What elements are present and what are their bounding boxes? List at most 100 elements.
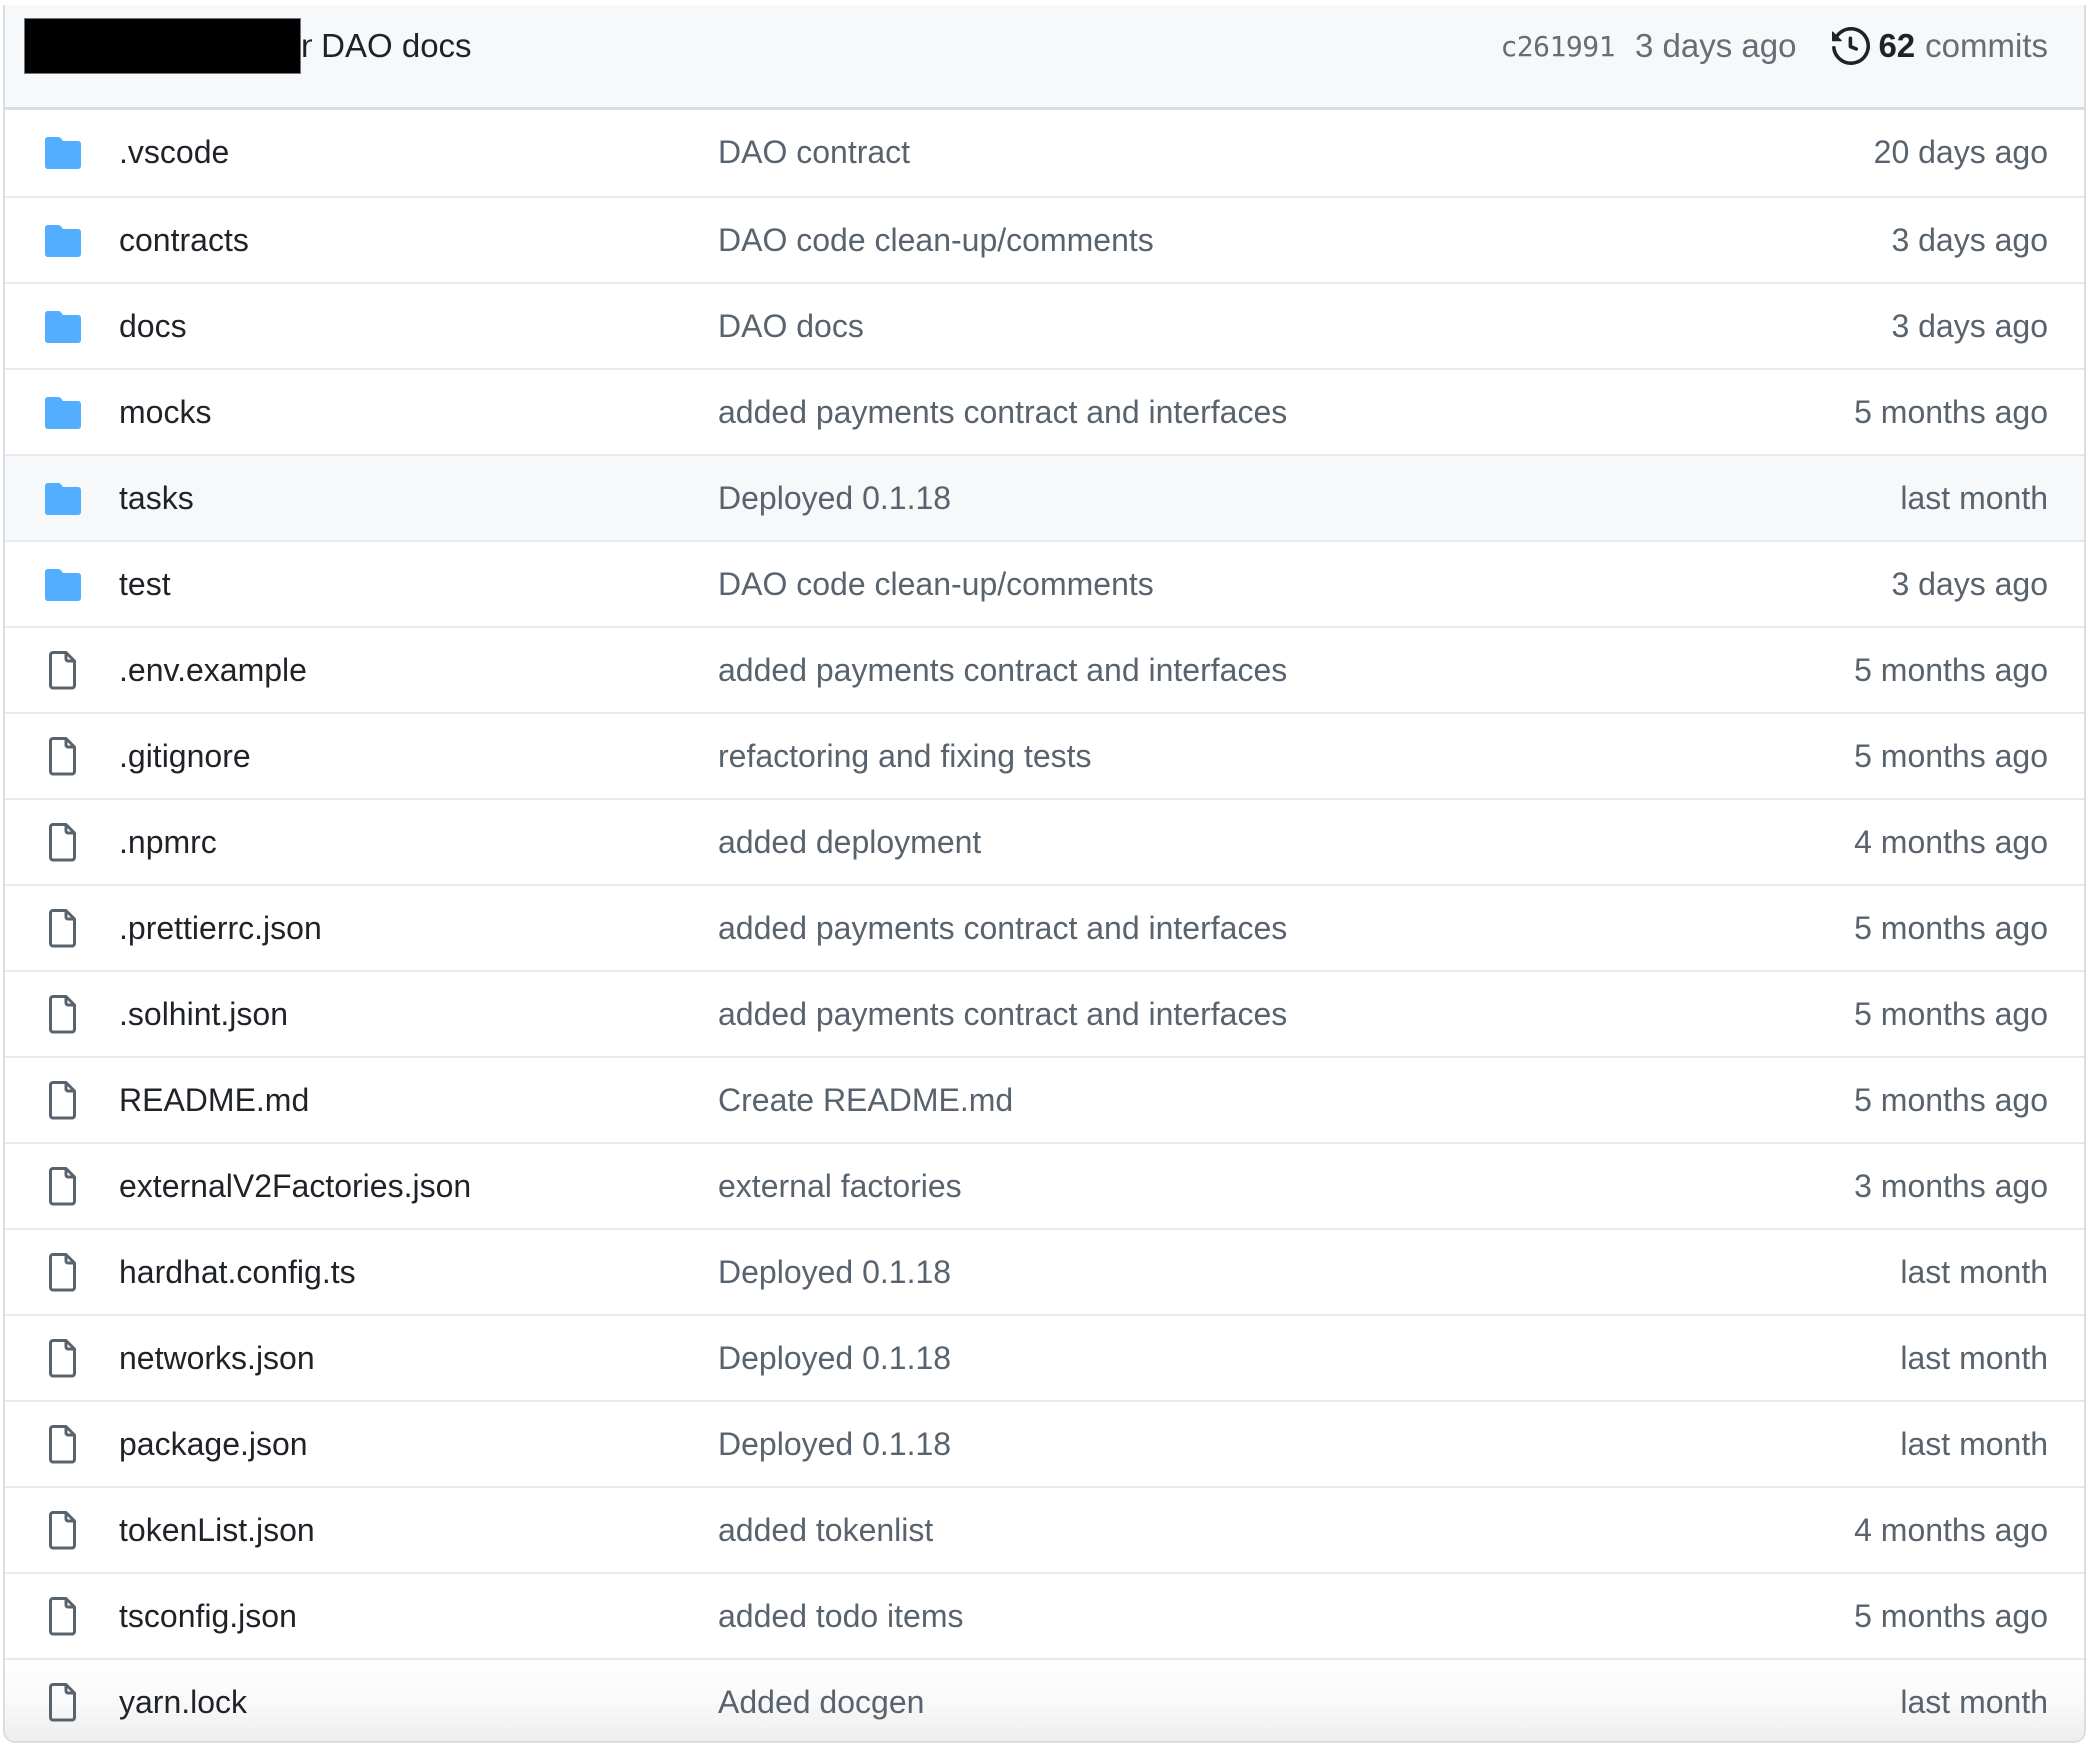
file-row-vscode[interactable]: .vscode DAO contract 20 days ago [5, 110, 2084, 196]
commit-message-link[interactable]: added payments contract and interfaces [718, 647, 1287, 693]
commit-message-fragment: n [301, 23, 312, 69]
file-row-yarn-lock[interactable]: yarn.lock Added docgen last month [5, 1658, 2084, 1741]
file-row-tokenlist-json[interactable]: tokenList.json added tokenlist 4 months … [5, 1486, 2084, 1572]
file-name-link[interactable]: tokenList.json [119, 1507, 315, 1553]
file-name-link[interactable]: docs [119, 303, 187, 349]
commit-count-label: commits [1925, 27, 2048, 64]
commit-time: 5 months ago [1854, 1082, 2048, 1118]
file-row-package-json[interactable]: package.json Deployed 0.1.18 last month [5, 1400, 2084, 1486]
file-name-link[interactable]: contracts [119, 217, 249, 263]
file-name-link[interactable]: .gitignore [119, 733, 251, 779]
file-name-link[interactable]: README.md [119, 1077, 309, 1123]
latest-commit-header: n DAO docs c261991 3 days ago 62 commits [5, 5, 2084, 110]
commit-message-link[interactable]: refactoring and fixing tests [718, 733, 1092, 779]
file-icon [44, 1339, 82, 1378]
file-name-link[interactable]: test [119, 561, 171, 607]
file-row-externalv2factories-json[interactable]: externalV2Factories.json external factor… [5, 1142, 2084, 1228]
file-row-hardhat-config-ts[interactable]: hardhat.config.ts Deployed 0.1.18 last m… [5, 1228, 2084, 1314]
file-list: .vscode DAO contract 20 days ago contrac… [5, 110, 2084, 1741]
commit-message-link[interactable]: external factories [718, 1163, 962, 1209]
commit-time: 4 months ago [1854, 824, 2048, 860]
file-icon [44, 1683, 82, 1722]
file-name-link[interactable]: networks.json [119, 1335, 315, 1381]
commit-time: 5 months ago [1854, 394, 2048, 430]
commit-hash-link[interactable]: c261991 [1500, 30, 1615, 63]
folder-icon [44, 568, 82, 602]
file-row-env-example[interactable]: .env.example added payments contract and… [5, 626, 2084, 712]
file-row-tasks[interactable]: tasks Deployed 0.1.18 last month [5, 454, 2084, 540]
commit-message-link[interactable]: added todo items [718, 1593, 964, 1639]
commit-message-link[interactable]: DAO code clean-up/comments [718, 561, 1154, 607]
commit-meta: c261991 3 days ago 62 commits [1500, 23, 2048, 69]
file-row-networks-json[interactable]: networks.json Deployed 0.1.18 last month [5, 1314, 2084, 1400]
commit-message-link[interactable]: Deployed 0.1.18 [718, 475, 951, 521]
commit-message-link[interactable]: Create README.md [718, 1077, 1013, 1123]
folder-icon [44, 310, 82, 344]
file-icon [44, 1425, 82, 1464]
commits-history-link[interactable]: 62 commits [1832, 27, 2048, 65]
file-row-test[interactable]: test DAO code clean-up/comments 3 days a… [5, 540, 2084, 626]
file-name-link[interactable]: externalV2Factories.json [119, 1163, 471, 1209]
commit-time: last month [1900, 1340, 2048, 1376]
file-icon [44, 1167, 82, 1206]
file-row-readme-md[interactable]: README.md Create README.md 5 months ago [5, 1056, 2084, 1142]
commit-time: last month [1900, 480, 2048, 516]
file-name-link[interactable]: package.json [119, 1421, 308, 1467]
commit-message-link[interactable]: Deployed 0.1.18 [718, 1249, 951, 1295]
file-icon [44, 1081, 82, 1120]
commit-message-link[interactable]: added deployment [718, 819, 981, 865]
file-row-contracts[interactable]: contracts DAO code clean-up/comments 3 d… [5, 196, 2084, 282]
file-name-link[interactable]: yarn.lock [119, 1679, 247, 1725]
commit-message-link[interactable]: Added docgen [718, 1679, 924, 1725]
commit-time: last month [1900, 1684, 2048, 1720]
commit-time: 5 months ago [1854, 996, 2048, 1032]
commit-message-link[interactable]: added payments contract and interfaces [718, 389, 1287, 435]
file-name-link[interactable]: .npmrc [119, 819, 217, 865]
file-row-gitignore[interactable]: .gitignore refactoring and fixing tests … [5, 712, 2084, 798]
file-name-link[interactable]: tasks [119, 475, 194, 521]
commit-time: 20 days ago [1873, 134, 2048, 170]
commit-message-link[interactable]: added payments contract and interfaces [718, 905, 1287, 951]
latest-commit-message-link[interactable]: n DAO docs [301, 23, 472, 69]
file-name-link[interactable]: .prettierrc.json [119, 905, 322, 951]
file-name-link[interactable]: tsconfig.json [119, 1593, 297, 1639]
file-icon [44, 1253, 82, 1292]
commit-message-link[interactable]: added tokenlist [718, 1507, 933, 1553]
folder-icon [44, 482, 82, 516]
file-name-link[interactable]: hardhat.config.ts [119, 1249, 356, 1295]
commit-message-link[interactable]: Deployed 0.1.18 [718, 1421, 951, 1467]
commit-message-link[interactable]: DAO contract [718, 129, 910, 175]
commit-time: 4 months ago [1854, 1512, 2048, 1548]
commit-message-link[interactable]: Deployed 0.1.18 [718, 1335, 951, 1381]
file-name-link[interactable]: mocks [119, 389, 211, 435]
file-row-mocks[interactable]: mocks added payments contract and interf… [5, 368, 2084, 454]
file-icon [44, 651, 82, 690]
file-name-link[interactable]: .vscode [119, 129, 229, 175]
commit-time: 3 days ago [1634, 27, 1797, 64]
commit-time: 5 months ago [1854, 1598, 2048, 1634]
file-name-link[interactable]: .solhint.json [119, 991, 288, 1037]
file-row-solhint-json[interactable]: .solhint.json added payments contract an… [5, 970, 2084, 1056]
commit-time: 3 days ago [1891, 566, 2048, 602]
folder-icon [44, 136, 82, 170]
file-icon [44, 1597, 82, 1636]
file-browser: n DAO docs c261991 3 days ago 62 commits… [3, 5, 2086, 1743]
commit-message-link[interactable]: DAO code clean-up/comments [718, 217, 1154, 263]
file-row-prettierrc-json[interactable]: .prettierrc.json added payments contract… [5, 884, 2084, 970]
commit-count: 62 [1878, 27, 1916, 64]
commit-message-link[interactable]: DAO docs [718, 303, 864, 349]
commit-time: 3 days ago [1891, 222, 2048, 258]
file-icon [44, 995, 82, 1034]
file-icon [44, 823, 82, 862]
folder-icon [44, 224, 82, 258]
commit-message-link[interactable]: added payments contract and interfaces [718, 991, 1287, 1037]
file-row-docs[interactable]: docs DAO docs 3 days ago [5, 282, 2084, 368]
commit-time: last month [1900, 1426, 2048, 1462]
file-row-tsconfig-json[interactable]: tsconfig.json added todo items 5 months … [5, 1572, 2084, 1658]
commit-time: 3 months ago [1854, 1168, 2048, 1204]
latest-commit-message[interactable]: DAO docs [321, 27, 471, 64]
file-name-link[interactable]: .env.example [119, 647, 307, 693]
file-row-npmrc[interactable]: .npmrc added deployment 4 months ago [5, 798, 2084, 884]
file-icon [44, 909, 82, 948]
file-icon [44, 737, 82, 776]
